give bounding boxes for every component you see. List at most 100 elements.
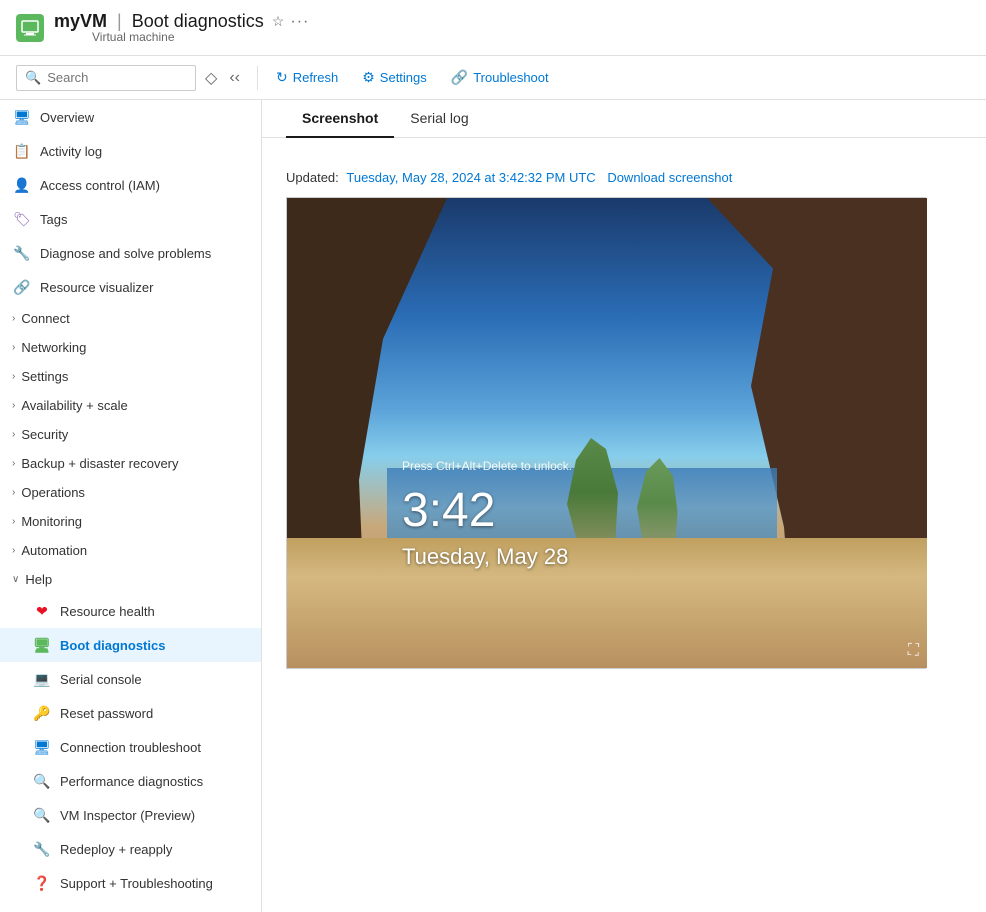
refresh-label: Refresh	[293, 70, 339, 85]
sidebar-item-operations[interactable]: › Operations	[0, 478, 261, 507]
search-box[interactable]: 🔍	[16, 65, 196, 91]
settings-icon: ⚙	[362, 69, 375, 86]
support-icon: ❓	[32, 873, 52, 893]
lock-screen-date: Tuesday, May 28	[402, 544, 568, 570]
download-screenshot-link[interactable]: Download screenshot	[607, 170, 732, 185]
updated-prefix: Updated:	[286, 170, 339, 185]
back-nav[interactable]: ‹‹	[224, 66, 245, 90]
performance-diagnostics-icon: 🔍	[32, 771, 52, 791]
sidebar-item-help[interactable]: ∨ Help	[0, 565, 261, 594]
operations-chevron: ›	[12, 487, 15, 498]
sidebar-label-reset-password: Reset password	[60, 706, 153, 721]
tags-icon: 🏷	[12, 209, 32, 229]
settings-chevron: ›	[12, 371, 15, 382]
sidebar-item-overview[interactable]: 🖥 Overview	[0, 100, 261, 134]
header-title-group: myVM | Boot diagnostics ☆ ··· Virtual ma…	[54, 11, 309, 44]
sidebar-label-monitoring: Monitoring	[21, 514, 82, 529]
sidebar-item-connect[interactable]: › Connect	[0, 304, 261, 333]
security-chevron: ›	[12, 429, 15, 440]
sidebar-item-settings[interactable]: › Settings	[0, 362, 261, 391]
refresh-icon: ↻	[276, 69, 288, 86]
sidebar-label-tags: Tags	[40, 212, 67, 227]
favorite-star[interactable]: ☆	[272, 13, 285, 30]
toolbar-divider	[257, 66, 258, 90]
sidebar-label-resource-viz: Resource visualizer	[40, 280, 153, 295]
sidebar-label-support-troubleshoot: Support + Troubleshooting	[60, 876, 213, 891]
sidebar-label-settings: Settings	[21, 369, 68, 384]
sidebar-item-resource-health[interactable]: ❤ Resource health	[0, 594, 261, 628]
sidebar-item-networking[interactable]: › Networking	[0, 333, 261, 362]
sidebar-item-monitoring[interactable]: › Monitoring	[0, 507, 261, 536]
sidebar-label-boot-diagnostics: Boot diagnostics	[60, 638, 165, 653]
header-separator: |	[117, 11, 122, 32]
availability-chevron: ›	[12, 400, 15, 411]
sidebar-label-automation: Automation	[21, 543, 87, 558]
settings-label: Settings	[380, 70, 427, 85]
sidebar-item-performance-diagnostics[interactable]: 🔍 Performance diagnostics	[0, 764, 261, 798]
sidebar-item-vm-inspector[interactable]: 🔍 VM Inspector (Preview)	[0, 798, 261, 832]
lock-screen-time: 3:42	[402, 483, 495, 538]
sidebar-item-redeploy[interactable]: 🔧 Redeploy + reapply	[0, 832, 261, 866]
sidebar-item-serial-console[interactable]: 💻 Serial console	[0, 662, 261, 696]
access-control-icon: 👤	[12, 175, 32, 195]
sidebar-item-diagnose[interactable]: 🔧 Diagnose and solve problems	[0, 236, 261, 270]
sidebar-label-security: Security	[21, 427, 68, 442]
sidebar-item-activity-log[interactable]: 📋 Activity log	[0, 134, 261, 168]
redeploy-icon: 🔧	[32, 839, 52, 859]
sidebar-item-resource-viz[interactable]: 🔗 Resource visualizer	[0, 270, 261, 304]
connect-chevron: ›	[12, 313, 15, 324]
screenshot-info: Updated: Tuesday, May 28, 2024 at 3:42:3…	[286, 170, 962, 185]
toolbar: 🔍 ◇ ‹‹ ↻ Refresh ⚙ Settings 🔗 Troublesho…	[0, 56, 986, 100]
more-options[interactable]: ···	[290, 13, 309, 31]
page-title: Boot diagnostics	[132, 11, 264, 32]
automation-chevron: ›	[12, 545, 15, 556]
sidebar-label-operations: Operations	[21, 485, 85, 500]
resource-viz-icon: 🔗	[12, 277, 32, 297]
sidebar-item-tags[interactable]: 🏷 Tags	[0, 202, 261, 236]
sidebar-label-connect: Connect	[21, 311, 69, 326]
resource-type: Virtual machine	[92, 30, 309, 44]
settings-button[interactable]: ⚙ Settings	[352, 65, 437, 90]
sidebar-label-overview: Overview	[40, 110, 94, 125]
sidebar-label-diagnose: Diagnose and solve problems	[40, 246, 211, 261]
help-chevron: ∨	[12, 574, 19, 585]
sidebar-item-backup[interactable]: › Backup + disaster recovery	[0, 449, 261, 478]
refresh-button[interactable]: ↻ Refresh	[266, 65, 348, 90]
sidebar-item-reset-password[interactable]: 🔑 Reset password	[0, 696, 261, 730]
content-tabs: Screenshot Serial log	[262, 100, 986, 138]
troubleshoot-label: Troubleshoot	[473, 70, 548, 85]
backup-chevron: ›	[12, 458, 15, 469]
monitoring-chevron: ›	[12, 516, 15, 527]
sidebar-item-support-troubleshoot[interactable]: ❓ Support + Troubleshooting	[0, 866, 261, 900]
overview-icon: 🖥	[12, 107, 32, 127]
sidebar-item-connection-troubleshoot[interactable]: 🖥 Connection troubleshoot	[0, 730, 261, 764]
sidebar-item-security[interactable]: › Security	[0, 420, 261, 449]
connection-troubleshoot-icon: 🖥	[32, 737, 52, 757]
sidebar-item-boot-diagnostics[interactable]: 🖥 Boot diagnostics	[0, 628, 261, 662]
tab-serial-log[interactable]: Serial log	[394, 100, 484, 138]
sidebar-label-redeploy: Redeploy + reapply	[60, 842, 172, 857]
reset-password-icon: 🔑	[32, 703, 52, 723]
search-input[interactable]	[47, 70, 187, 85]
search-icon: 🔍	[25, 70, 41, 86]
tab-screenshot[interactable]: Screenshot	[286, 100, 394, 138]
sidebar-label-networking: Networking	[21, 340, 86, 355]
sidebar-label-backup: Backup + disaster recovery	[21, 456, 178, 471]
sidebar-item-access-control[interactable]: 👤 Access control (IAM)	[0, 168, 261, 202]
sidebar-label-access-control: Access control (IAM)	[40, 178, 160, 193]
diamond-nav[interactable]: ◇	[200, 65, 222, 91]
sidebar-item-availability[interactable]: › Availability + scale	[0, 391, 261, 420]
vm-inspector-icon: 🔍	[32, 805, 52, 825]
toolbar-nav: ◇ ‹‹	[200, 65, 245, 91]
networking-chevron: ›	[12, 342, 15, 353]
serial-console-icon: 💻	[32, 669, 52, 689]
resource-health-icon: ❤	[32, 601, 52, 621]
boot-diagnostics-icon: 🖥	[32, 635, 52, 655]
boot-screenshot-image: Press Ctrl+Alt+Delete to unlock. 3:42 Tu…	[287, 198, 927, 668]
sidebar-item-automation[interactable]: › Automation	[0, 536, 261, 565]
troubleshoot-button[interactable]: 🔗 Troubleshoot	[441, 65, 559, 90]
sidebar-label-vm-inspector: VM Inspector (Preview)	[60, 808, 195, 823]
updated-date: Tuesday, May 28, 2024 at 3:42:32 PM UTC	[346, 170, 595, 185]
content-area: Screenshot Serial log Updated: Tuesday, …	[262, 100, 986, 912]
activity-log-icon: 📋	[12, 141, 32, 161]
